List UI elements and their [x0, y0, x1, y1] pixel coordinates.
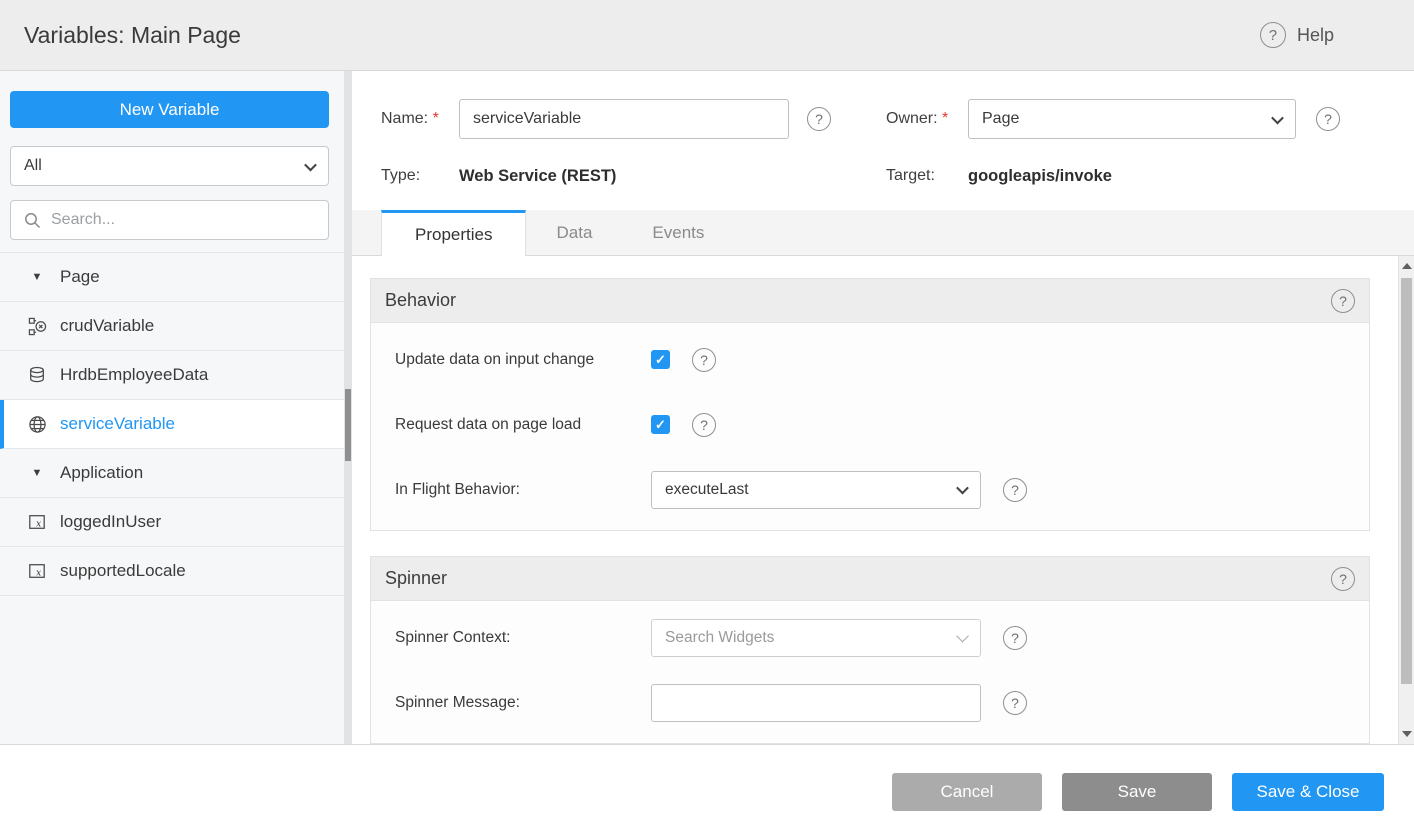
variable-filter-select[interactable]: All	[10, 146, 329, 186]
request-data-label: Request data on page load	[395, 416, 651, 434]
update-data-label: Update data on input change	[395, 351, 651, 369]
owner-value: Page	[982, 110, 1019, 128]
request-data-row: Request data on page load ✓ ?	[371, 392, 1369, 457]
spinner-context-label: Spinner Context:	[395, 629, 651, 647]
target-value: googleapis/invoke	[968, 167, 1112, 186]
owner-label: Owner: *	[886, 110, 968, 128]
spinner-context-row: Spinner Context: Search Widgets ?	[371, 605, 1369, 670]
dialog-footer: Cancel Save Save & Close	[0, 744, 1414, 839]
database-icon	[26, 366, 48, 384]
tab-bar: Properties Data Events	[352, 210, 1414, 256]
behavior-section-title: Behavior	[385, 290, 456, 311]
owner-help-icon[interactable]: ?	[1316, 107, 1340, 131]
request-data-checkbox[interactable]: ✓	[651, 415, 670, 434]
spinner-section: Spinner ? Spinner Context: Search Widget…	[370, 556, 1370, 744]
caret-down-icon[interactable]: ▼	[26, 467, 48, 479]
in-flight-behavior-label: In Flight Behavior:	[395, 481, 651, 499]
group-label: Page	[60, 267, 100, 287]
chevron-down-icon	[304, 158, 317, 171]
required-marker: *	[433, 110, 439, 127]
variables-sidebar: New Variable All ▼ Page	[0, 71, 352, 744]
variable-detail-panel: Name: * ? Owner: * Page ? Type: Web Serv…	[352, 71, 1414, 744]
new-variable-button[interactable]: New Variable	[10, 91, 329, 128]
spinner-message-help-icon[interactable]: ?	[1003, 691, 1027, 715]
tab-events[interactable]: Events	[622, 210, 734, 255]
spinner-context-placeholder: Search Widgets	[665, 629, 774, 647]
variables-dialog: Variables: Main Page ? Help New Variable…	[0, 0, 1414, 839]
scroll-down-icon[interactable]	[1402, 731, 1412, 737]
request-data-help-icon[interactable]: ?	[692, 413, 716, 437]
spinner-context-select[interactable]: Search Widgets	[651, 619, 981, 657]
variable-form-header: Name: * ? Owner: * Page ? Type: Web Serv…	[352, 71, 1414, 188]
variable-row-crudvariable[interactable]: crudVariable	[0, 302, 344, 351]
variable-list: ▼ Page crudV	[0, 252, 344, 596]
variable-row-supportedlocale[interactable]: x supportedLocale	[0, 547, 344, 596]
variable-label: supportedLocale	[60, 561, 186, 581]
behavior-help-icon[interactable]: ?	[1331, 289, 1355, 313]
svg-text:x: x	[36, 520, 41, 530]
name-input[interactable]	[459, 99, 789, 139]
spinner-section-title: Spinner	[385, 568, 447, 589]
in-flight-behavior-row: In Flight Behavior: executeLast ?	[371, 457, 1369, 522]
cancel-button[interactable]: Cancel	[892, 773, 1042, 811]
dialog-header: Variables: Main Page ? Help	[0, 0, 1414, 71]
svg-text:x: x	[36, 569, 41, 579]
static-variable-icon: x	[26, 513, 48, 531]
globe-icon	[26, 415, 48, 434]
name-help-icon[interactable]: ?	[807, 107, 831, 131]
chevron-down-icon	[956, 482, 969, 495]
variable-row-loggedinuser[interactable]: x loggedInUser	[0, 498, 344, 547]
spinner-context-help-icon[interactable]: ?	[1003, 626, 1027, 650]
update-data-help-icon[interactable]: ?	[692, 348, 716, 372]
content-scrollbar-track[interactable]	[1398, 256, 1414, 744]
spinner-message-row: Spinner Message: ?	[371, 670, 1369, 735]
type-value: Web Service (REST)	[459, 167, 886, 186]
in-flight-behavior-select[interactable]: executeLast	[651, 471, 981, 509]
help-label: Help	[1297, 25, 1334, 46]
in-flight-behavior-value: executeLast	[665, 481, 749, 499]
static-variable-icon: x	[26, 562, 48, 580]
target-label: Target:	[886, 167, 968, 185]
chevron-down-icon	[1271, 111, 1284, 124]
variable-search[interactable]	[10, 200, 329, 240]
variable-label: loggedInUser	[60, 512, 161, 532]
variable-label: crudVariable	[60, 316, 154, 336]
search-input[interactable]	[51, 211, 315, 229]
spinner-help-icon[interactable]: ?	[1331, 567, 1355, 591]
help-icon[interactable]: ?	[1260, 22, 1286, 48]
search-icon	[24, 212, 41, 229]
required-marker: *	[942, 110, 948, 127]
group-row-application[interactable]: ▼ Application	[0, 449, 344, 498]
owner-select[interactable]: Page	[968, 99, 1296, 139]
group-label: Application	[60, 463, 143, 483]
behavior-section: Behavior ? Update data on input change ✓…	[370, 278, 1370, 531]
spinner-message-input[interactable]	[651, 684, 981, 722]
variable-row-hrdbemployeedata[interactable]: HrdbEmployeeData	[0, 351, 344, 400]
variable-label: HrdbEmployeeData	[60, 365, 208, 385]
scroll-up-icon[interactable]	[1402, 263, 1412, 269]
page-title: Variables: Main Page	[24, 22, 241, 49]
in-flight-behavior-help-icon[interactable]: ?	[1003, 478, 1027, 502]
save-button[interactable]: Save	[1062, 773, 1212, 811]
type-label: Type:	[381, 167, 459, 185]
name-label: Name: *	[381, 110, 459, 128]
chevron-down-icon	[956, 630, 969, 643]
variable-label: serviceVariable	[60, 414, 175, 434]
help-link[interactable]: ? Help	[1260, 22, 1334, 48]
save-and-close-button[interactable]: Save & Close	[1232, 773, 1384, 811]
update-data-checkbox[interactable]: ✓	[651, 350, 670, 369]
tab-data[interactable]: Data	[526, 210, 622, 255]
variable-filter-value: All	[24, 157, 42, 175]
spinner-message-label: Spinner Message:	[395, 694, 651, 712]
variable-row-servicevariable-selected[interactable]: serviceVariable	[0, 400, 344, 449]
tab-properties[interactable]: Properties	[381, 210, 526, 256]
crud-variable-icon	[26, 317, 48, 336]
update-data-row: Update data on input change ✓ ?	[371, 327, 1369, 392]
caret-down-icon[interactable]: ▼	[26, 271, 48, 283]
content-scrollbar-thumb[interactable]	[1401, 278, 1412, 684]
group-row-page[interactable]: ▼ Page	[0, 253, 344, 302]
properties-tab-content: Behavior ? Update data on input change ✓…	[352, 256, 1414, 744]
sidebar-scrollbar-thumb[interactable]	[345, 389, 351, 461]
